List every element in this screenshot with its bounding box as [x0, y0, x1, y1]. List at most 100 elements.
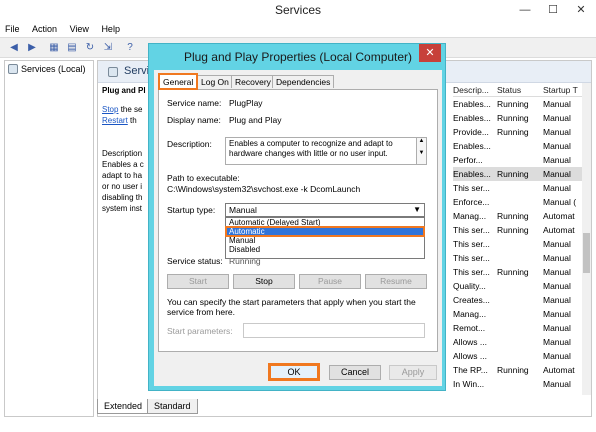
table-row[interactable]: Enables... Manual — [453, 139, 591, 153]
start-params-help: You can specify the start parameters tha… — [167, 297, 416, 317]
row-status: Running — [497, 127, 529, 137]
table-row[interactable]: Perfor... Manual — [453, 153, 591, 167]
startup-type-dropdown: Automatic (Delayed Start) Automatic Manu… — [225, 217, 425, 259]
properties-icon[interactable]: ▤ — [64, 41, 80, 55]
table-row[interactable]: Quality... Manual — [453, 279, 591, 293]
tab-dependencies[interactable]: Dependencies — [272, 75, 335, 88]
table-header: Descrip... Status Startup T — [453, 83, 591, 97]
export-icon[interactable]: ⇲ — [100, 41, 116, 55]
option-disabled[interactable]: Disabled — [226, 245, 424, 254]
service-detail-panel: Plug and Pl Stop the se Restart th Descr… — [102, 85, 148, 214]
table-row[interactable]: This ser... Manual — [453, 251, 591, 265]
option-automatic-delayed[interactable]: Automatic (Delayed Start) — [226, 218, 424, 227]
option-manual[interactable]: Manual — [226, 236, 424, 245]
startup-type-select[interactable]: Manual ▼ — [225, 203, 425, 217]
forward-arrow-icon[interactable]: ▶ — [24, 41, 40, 55]
detail-desc-line: or no user i — [102, 182, 143, 191]
row-startup-type: Manual — [543, 295, 571, 305]
tab-log-on[interactable]: Log On — [197, 75, 233, 88]
maximize-button[interactable]: ☐ — [540, 0, 566, 20]
table-row[interactable]: Enforce... Manual ( — [453, 195, 591, 209]
row-description: This ser... — [453, 225, 490, 235]
row-startup-type: Automat — [543, 225, 575, 235]
row-description: Allows ... — [453, 351, 488, 361]
tree-item-label: Services (Local) — [21, 64, 86, 74]
row-startup-type: Manual — [543, 239, 571, 249]
cancel-button[interactable]: Cancel — [329, 365, 381, 380]
table-row[interactable]: The RP... Running Automat — [453, 363, 591, 377]
table-row[interactable]: This ser... Running Automat — [453, 223, 591, 237]
column-startup-type[interactable]: Startup T — [543, 85, 587, 95]
row-description: This ser... — [453, 253, 490, 263]
vertical-scrollbar[interactable] — [582, 83, 591, 395]
tab-recovery[interactable]: Recovery — [231, 75, 275, 88]
detail-desc-line: adapt to ha — [102, 171, 143, 180]
services-table: Descrip... Status Startup T Enables... Ru… — [453, 83, 591, 391]
table-row[interactable]: Enables... Running Manual — [453, 167, 591, 181]
minimize-button[interactable]: — — [512, 0, 538, 20]
tab-general[interactable]: General — [158, 73, 199, 90]
option-automatic[interactable]: Automatic — [225, 226, 425, 237]
console-tree-icon[interactable]: ▦ — [46, 41, 62, 55]
resume-button[interactable]: Resume — [365, 274, 427, 289]
menu-view[interactable]: View — [65, 21, 94, 37]
scrollbar-thumb[interactable] — [583, 233, 590, 273]
stop-button[interactable]: Stop — [233, 274, 295, 289]
column-status[interactable]: Status — [497, 85, 541, 95]
row-description: This ser... — [453, 183, 490, 193]
row-description: Perfor... — [453, 155, 483, 165]
dialog-title: Plug and Play Properties (Local Computer… — [183, 50, 413, 64]
row-description: Provide... — [453, 127, 489, 137]
dialog-close-button[interactable]: ✕ — [419, 44, 441, 62]
column-description[interactable]: Descrip... — [453, 85, 495, 95]
back-arrow-icon[interactable]: ◀ — [6, 41, 22, 55]
tab-extended[interactable]: Extended — [97, 399, 150, 414]
display-name-label: Display name: — [167, 115, 221, 125]
row-startup-type: Manual — [543, 337, 571, 347]
row-description: Remot... — [453, 323, 486, 333]
restart-service-link[interactable]: Restart — [102, 116, 128, 125]
menu-file[interactable]: File — [0, 21, 25, 37]
row-startup-type: Manual — [543, 183, 571, 193]
apply-button[interactable]: Apply — [389, 365, 437, 380]
table-row[interactable]: Enables... Running Manual — [453, 111, 591, 125]
table-row[interactable]: This ser... Running Manual — [453, 265, 591, 279]
table-row[interactable]: Creates... Manual — [453, 293, 591, 307]
description-scrollbar[interactable]: ▲ ▼ — [417, 137, 427, 165]
chevron-down-icon: ▼ — [413, 205, 421, 214]
menu-action[interactable]: Action — [27, 21, 62, 37]
table-row[interactable]: Manag... Manual — [453, 307, 591, 321]
row-status: Running — [497, 365, 529, 375]
ok-button[interactable]: OK — [268, 363, 320, 381]
table-row[interactable]: Enables... Running Manual — [453, 97, 591, 111]
row-startup-type: Manual — [543, 351, 571, 361]
close-window-button[interactable]: ✕ — [568, 0, 594, 20]
table-row[interactable]: Allows ... Manual — [453, 349, 591, 363]
start-params-input[interactable] — [243, 323, 425, 338]
tab-standard[interactable]: Standard — [147, 399, 198, 414]
table-row[interactable]: Provide... Running Manual — [453, 125, 591, 139]
pause-button[interactable]: Pause — [299, 274, 361, 289]
stop-service-link[interactable]: Stop — [102, 105, 118, 114]
tree-item-services-local[interactable]: Services (Local) — [8, 64, 86, 74]
row-status: Running — [497, 211, 529, 221]
row-startup-type: Manual — [543, 127, 571, 137]
table-row[interactable]: This ser... Manual — [453, 181, 591, 195]
table-body: Enables... Running Manual Enables... Running… — [453, 97, 591, 391]
row-startup-type: Automat — [543, 365, 575, 375]
menu-help[interactable]: Help — [96, 21, 125, 37]
refresh-icon[interactable]: ↻ — [82, 41, 98, 55]
detail-desc-line: disabling th — [102, 193, 143, 202]
start-button[interactable]: Start — [167, 274, 229, 289]
help-icon[interactable]: ? — [122, 41, 138, 55]
table-row[interactable]: This ser... Manual — [453, 237, 591, 251]
table-row[interactable]: Allows ... Manual — [453, 335, 591, 349]
service-name-value: PlugPlay — [229, 98, 263, 108]
row-startup-type: Manual — [543, 379, 571, 389]
row-description: Manag... — [453, 211, 487, 221]
service-status-label: Service status: — [167, 256, 223, 266]
detail-desc-line: Description — [102, 149, 143, 158]
table-row[interactable]: Manag... Running Automat — [453, 209, 591, 223]
table-row[interactable]: In Win... Manual — [453, 377, 591, 391]
table-row[interactable]: Remot... Manual — [453, 321, 591, 335]
